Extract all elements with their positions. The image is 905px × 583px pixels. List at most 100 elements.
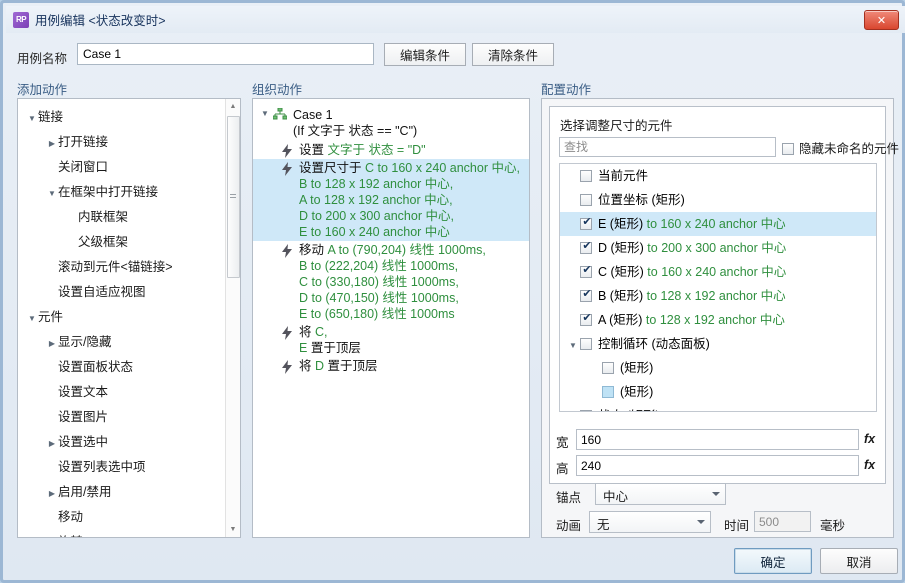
widget-list-item[interactable]: B (矩形) to 128 x 192 anchor 中心 — [560, 284, 876, 308]
lightning-icon — [281, 244, 293, 258]
checkbox-icon[interactable] — [580, 170, 592, 182]
organize-action-line: C to (330,180) 线性 1000ms, — [299, 274, 525, 290]
add-action-scrollbar[interactable]: ▲ ▼ — [225, 99, 240, 537]
add-action-item[interactable]: 元件 — [18, 305, 226, 330]
organize-action-text: 置于顶层 — [311, 341, 361, 355]
add-action-item[interactable]: 设置自适应视图 — [18, 280, 226, 305]
width-fx-icon[interactable]: fx — [864, 432, 875, 446]
add-action-item[interactable]: 打开链接 — [18, 130, 226, 155]
case-node[interactable]: ▼ Case 1 (If 文字于 状态 == "C") — [253, 105, 529, 141]
add-action-item[interactable]: 设置列表选中项 — [18, 455, 226, 480]
widget-list-item[interactable]: A (矩形) to 128 x 192 anchor 中心 — [560, 308, 876, 332]
organize-action-items[interactable]: 设置 文字于 状态 = "D"设置尺寸于 C to 160 x 240 anch… — [253, 141, 529, 375]
widget-list-item[interactable]: 状态 (矩形) — [560, 404, 876, 412]
widget-name-label: 状态 (矩形) — [598, 409, 660, 412]
add-action-item[interactable]: 滚动到元件<锚链接> — [18, 255, 226, 280]
add-action-item-label: 设置自适应视图 — [58, 285, 146, 299]
chevron-right-icon[interactable] — [46, 131, 58, 156]
clear-condition-button[interactable]: 清除条件 — [472, 43, 554, 66]
widget-list-item[interactable]: D (矩形) to 200 x 300 anchor 中心 — [560, 236, 876, 260]
time-input[interactable] — [754, 511, 811, 532]
widget-list[interactable]: 当前元件位置坐标 (矩形)E (矩形) to 160 x 240 anchor … — [559, 163, 877, 412]
organize-action-text: E to (650,180) 线性 1000ms — [299, 307, 455, 321]
chevron-down-icon[interactable] — [26, 306, 38, 331]
organize-action-line: D to 200 x 300 anchor 中心, — [299, 208, 525, 224]
scroll-thumb[interactable] — [227, 116, 240, 278]
chevron-right-icon[interactable] — [46, 481, 58, 506]
edit-condition-button[interactable]: 编辑条件 — [384, 43, 466, 66]
cancel-button[interactable]: 取消 — [820, 548, 898, 574]
organize-action-text: D — [315, 359, 328, 373]
width-input[interactable] — [576, 429, 859, 450]
widget-list-item[interactable]: 位置坐标 (矩形) — [560, 188, 876, 212]
anchor-select[interactable]: 中心 — [595, 483, 726, 505]
add-action-item-label: 内联框架 — [78, 210, 128, 224]
chevron-down-icon[interactable] — [26, 106, 38, 131]
chevron-down-icon[interactable]: ▼ — [566, 334, 580, 358]
widget-list-item[interactable]: (矩形) — [560, 380, 876, 404]
case-name-input[interactable] — [77, 43, 374, 65]
window-title: 用例编辑 <状态改变时> — [35, 10, 166, 29]
add-action-item[interactable]: 设置文本 — [18, 380, 226, 405]
ok-button[interactable]: 确定 — [734, 548, 812, 574]
widget-list-item[interactable]: C (矩形) to 160 x 240 anchor 中心 — [560, 260, 876, 284]
chevron-down-icon — [712, 492, 720, 496]
add-action-panel: 链接打开链接关闭窗口在框架中打开链接内联框架父级框架滚动到元件<锚链接> 设置自适… — [17, 98, 241, 538]
add-action-item[interactable]: 移动 — [18, 505, 226, 530]
checkbox-icon[interactable] — [580, 194, 592, 206]
checkbox-icon[interactable] — [580, 314, 592, 326]
height-fx-icon[interactable]: fx — [864, 458, 875, 472]
add-action-item[interactable]: 启用/禁用 — [18, 480, 226, 505]
widget-list-item[interactable]: (矩形) — [560, 356, 876, 380]
add-action-tree[interactable]: 链接打开链接关闭窗口在框架中打开链接内联框架父级框架滚动到元件<锚链接> 设置自适… — [18, 99, 226, 537]
time-label: 时间 — [724, 515, 749, 534]
organize-action-item[interactable]: 移动 A to (790,204) 线性 1000ms,B to (222,20… — [253, 241, 529, 323]
checkbox-icon[interactable] — [782, 143, 794, 155]
widget-list-item[interactable]: E (矩形) to 160 x 240 anchor 中心 — [560, 212, 876, 236]
add-action-item[interactable]: 在框架中打开链接 — [18, 180, 226, 205]
checkbox-icon[interactable] — [580, 218, 592, 230]
widget-list-item[interactable]: ▼控制循环 (动态面板) — [560, 332, 876, 356]
checkbox-icon[interactable] — [580, 338, 592, 350]
chevron-down-icon[interactable] — [46, 181, 58, 206]
lightning-icon — [281, 360, 293, 374]
checkbox-icon[interactable] — [602, 386, 614, 398]
widget-list-item[interactable]: 当前元件 — [560, 164, 876, 188]
chevron-right-icon[interactable] — [46, 331, 58, 356]
add-action-item[interactable]: 设置图片 — [18, 405, 226, 430]
organize-action-item[interactable]: 将 D 置于顶层 — [253, 357, 529, 375]
animation-select[interactable]: 无 — [589, 511, 711, 533]
add-action-item[interactable]: 关闭窗口 — [18, 155, 226, 180]
add-action-item[interactable]: 旋转 — [18, 530, 226, 537]
checkbox-icon[interactable] — [580, 410, 592, 412]
close-icon[interactable]: ✕ — [864, 10, 899, 30]
widget-selector-box: 选择调整尺寸的元件 隐藏未命名的元件 当前元件位置坐标 (矩形)E (矩形) t… — [549, 106, 886, 484]
checkbox-icon[interactable] — [580, 242, 592, 254]
add-action-item[interactable]: 链接 — [18, 105, 226, 130]
scroll-down-icon[interactable]: ▼ — [226, 522, 240, 537]
organize-action-line: 将 C, — [299, 324, 525, 340]
organize-action-item[interactable]: 设置尺寸于 C to 160 x 240 anchor 中心,B to 128 … — [253, 159, 529, 241]
add-action-item-label: 启用/禁用 — [58, 485, 111, 499]
case-expand-icon[interactable]: ▼ — [261, 109, 269, 118]
add-action-item[interactable]: 显示/隐藏 — [18, 330, 226, 355]
case-condition: (If 文字于 状态 == "C") — [293, 123, 529, 139]
organize-action-list[interactable]: ▼ Case 1 (If 文字于 状态 == "C") 设置 文字于 状态 = … — [253, 99, 529, 537]
checkbox-icon[interactable] — [602, 362, 614, 374]
height-input[interactable] — [576, 455, 859, 476]
organize-action-item[interactable]: 设置 文字于 状态 = "D" — [253, 141, 529, 159]
checkbox-icon[interactable] — [580, 290, 592, 302]
add-action-item-label: 设置面板状态 — [58, 360, 133, 374]
hide-unnamed-checkbox[interactable]: 隐藏未命名的元件 — [782, 138, 899, 157]
add-action-item[interactable]: 设置面板状态 — [18, 355, 226, 380]
chevron-right-icon[interactable] — [46, 431, 58, 456]
scroll-up-icon[interactable]: ▲ — [226, 99, 240, 114]
organize-action-item[interactable]: 将 C,E 置于顶层 — [253, 323, 529, 357]
organize-action-text: B to (222,204) 线性 1000ms, — [299, 259, 458, 273]
add-action-item[interactable]: 父级框架 — [18, 230, 226, 255]
add-action-item[interactable]: 设置选中 — [18, 430, 226, 455]
add-action-item-label: 移动 — [58, 510, 83, 524]
checkbox-icon[interactable] — [580, 266, 592, 278]
search-input[interactable] — [559, 137, 776, 157]
add-action-item[interactable]: 内联框架 — [18, 205, 226, 230]
